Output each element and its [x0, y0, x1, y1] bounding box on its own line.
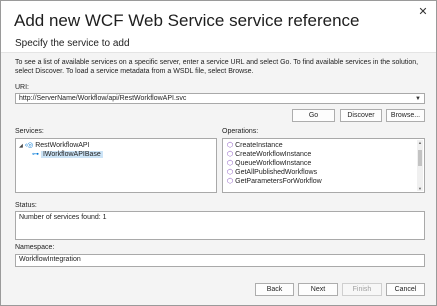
services-label: Services: [15, 128, 44, 135]
tree-node-iworkflowapibase[interactable]: ⊶ IWorkflowAPIBase [32, 150, 103, 159]
list-item[interactable]: ⬡ QueueWorkflowInstance [227, 159, 311, 168]
tree-node-label: RestWorkflowAPI [35, 142, 90, 149]
list-item[interactable]: ⬡ CreateWorkflowInstance [227, 150, 311, 159]
go-button[interactable]: Go [292, 109, 335, 122]
list-item[interactable]: ⬡ CreateInstance [227, 141, 283, 150]
operation-label: CreateInstance [235, 142, 283, 149]
finish-button[interactable]: Finish [342, 283, 382, 296]
operations-label: Operations: [222, 128, 259, 135]
uri-combobox[interactable]: http://ServerName/Workflow/api/RestWorkf… [15, 93, 425, 104]
services-tree[interactable]: ◢ ‹◎ RestWorkflowAPI ⊶ IWorkflowAPIBase [15, 138, 217, 193]
dialog-subtitle: Specify the service to add [15, 38, 130, 49]
tree-node-label: IWorkflowAPIBase [40, 151, 103, 158]
scroll-down-icon[interactable]: ▼ [417, 186, 423, 191]
scrollbar-thumb[interactable] [418, 150, 422, 166]
list-item[interactable]: ⬡ GetParametersForWorkflow [227, 177, 322, 186]
browse-button[interactable]: Browse... [386, 109, 425, 122]
cancel-button[interactable]: Cancel [386, 283, 425, 296]
back-button[interactable]: Back [255, 283, 294, 296]
dialog-title: Add new WCF Web Service service referenc… [14, 11, 360, 30]
operations-list[interactable]: ⬡ CreateInstance ⬡ CreateWorkflowInstance … [222, 138, 425, 193]
status-box: Number of services found: 1 [15, 211, 425, 240]
instructions-text: To see a list of available services on a… [15, 59, 419, 75]
namespace-label: Namespace: [15, 244, 55, 251]
method-icon: ⬡ [227, 142, 234, 149]
interface-icon: ⊶ [32, 151, 39, 158]
uri-label: URI: [15, 84, 29, 91]
next-button[interactable]: Next [298, 283, 338, 296]
operations-scrollbar[interactable]: ▲ ▼ [417, 140, 423, 191]
operation-label: QueueWorkflowInstance [235, 160, 312, 167]
discover-button[interactable]: Discover [340, 109, 382, 122]
operation-label: GetAllPublishedWorkflows [235, 169, 318, 176]
method-icon: ⬡ [227, 169, 234, 176]
operation-label: CreateWorkflowInstance [235, 151, 312, 158]
method-icon: ⬡ [227, 178, 234, 185]
namespace-input[interactable]: WorkflowIntegration [15, 254, 425, 267]
add-wcf-reference-dialog: ✕ Add new WCF Web Service service refere… [0, 0, 437, 306]
method-icon: ⬡ [227, 160, 234, 167]
expand-arrow-icon[interactable]: ◢ [19, 143, 23, 149]
namespace-value: WorkflowIntegration [19, 256, 81, 263]
service-icon: ‹◎ [24, 142, 34, 149]
status-label: Status: [15, 202, 37, 209]
scroll-up-icon[interactable]: ▲ [417, 140, 423, 145]
list-item[interactable]: ⬡ GetAllPublishedWorkflows [227, 168, 317, 177]
method-icon: ⬡ [227, 151, 234, 158]
uri-value: http://ServerName/Workflow/api/RestWorkf… [19, 95, 187, 102]
chevron-down-icon[interactable]: ▼ [415, 94, 421, 104]
close-icon[interactable]: ✕ [416, 5, 430, 19]
status-text: Number of services found: 1 [19, 214, 107, 221]
operation-label: GetParametersForWorkflow [235, 178, 322, 185]
